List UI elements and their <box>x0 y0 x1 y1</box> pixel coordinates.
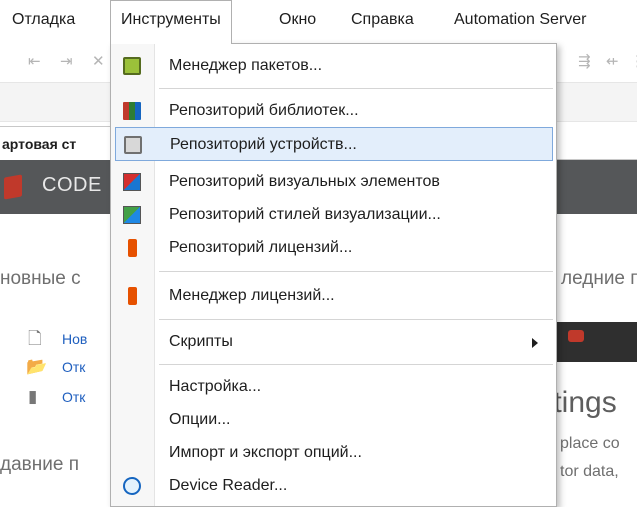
menu-item-customize[interactable]: Настройка... <box>111 370 556 404</box>
section-recent-projects-title: давние п <box>0 454 79 475</box>
menu-item-label: Репозиторий визуальных элементов <box>169 173 440 190</box>
menu-item-device-repository[interactable]: Репозиторий устройств... <box>115 127 553 161</box>
menu-item-device-reader[interactable]: Device Reader... <box>111 469 556 503</box>
device-reader-icon <box>123 477 141 495</box>
menu-item-label: Device Reader... <box>169 477 288 494</box>
package-icon <box>123 57 141 75</box>
codesys-thumb-logo-icon <box>568 330 584 342</box>
visual-styles-icon <box>123 206 141 224</box>
menu-item-label: Репозиторий библиотек... <box>169 102 359 119</box>
codesys-logo-icon <box>4 174 22 200</box>
toolbar-outdent-icon[interactable]: ⇥ <box>60 54 73 69</box>
new-project-icon: 🗋 <box>28 329 42 348</box>
menu-item-license-repository[interactable]: Репозиторий лицензий... <box>111 231 556 265</box>
section-recent-title: ледние п <box>561 268 637 289</box>
open-project-icon: 📂 <box>26 357 48 376</box>
menu-bar: Отладка Инструменты Окно Справка Automat… <box>0 0 637 44</box>
menu-item-label: Репозиторий лицензий... <box>169 239 353 256</box>
menu-help[interactable]: Справка <box>351 0 414 40</box>
menu-tools[interactable]: Инструменты <box>110 0 232 44</box>
menu-separator <box>159 364 553 365</box>
visual-elements-icon <box>123 173 141 191</box>
menu-window[interactable]: Окно <box>279 0 316 40</box>
toolbar-more-icon[interactable]: ⋮ <box>630 54 637 69</box>
menu-item-label: Менеджер пакетов... <box>169 57 323 74</box>
device-icon <box>124 136 142 154</box>
menu-automation-server[interactable]: Automation Server <box>454 0 587 40</box>
menu-item-visual-styles-repository[interactable]: Репозиторий стилей визуализации... <box>111 198 556 232</box>
link-new-project[interactable]: Нов <box>62 331 87 347</box>
toolbar-indent-icon[interactable]: ⇤ <box>28 54 41 69</box>
news-thumbnail[interactable] <box>548 322 637 362</box>
settings-text-line2: tor data, <box>560 463 619 480</box>
menu-separator <box>159 88 553 89</box>
menu-item-license-manager[interactable]: Менеджер лицензий... <box>111 279 556 313</box>
open-device-icon: ▮ <box>28 387 38 406</box>
menu-item-package-manager[interactable]: Менеджер пакетов... <box>111 49 556 83</box>
menu-item-library-repository[interactable]: Репозиторий библиотек... <box>111 94 556 128</box>
license-manager-icon <box>128 287 137 305</box>
license-icon <box>128 239 137 257</box>
library-icon <box>123 102 141 120</box>
menu-item-import-export-options[interactable]: Импорт и экспорт опций... <box>111 436 556 470</box>
banner-brand: CODE <box>42 174 102 196</box>
toolbar-list-indent-icon[interactable]: ⇶ <box>578 54 591 69</box>
menu-debug[interactable]: Отладка <box>12 0 75 40</box>
menu-item-visual-elements-repository[interactable]: Репозиторий визуальных элементов <box>111 165 556 199</box>
link-open-project[interactable]: Отк <box>62 359 85 375</box>
menu-item-label: Импорт и экспорт опций... <box>169 444 362 461</box>
toolbar-close-icon[interactable]: ✕ <box>92 54 105 69</box>
menu-separator <box>159 319 553 320</box>
link-open-device[interactable]: Отк <box>62 389 85 405</box>
tools-dropdown-menu: Менеджер пакетов... Репозиторий библиоте… <box>110 43 557 507</box>
menu-item-label: Скрипты <box>169 333 233 350</box>
settings-text-line1: place co <box>560 435 620 452</box>
menu-item-scripts[interactable]: Скрипты <box>111 325 556 359</box>
menu-item-label: Опции... <box>169 411 231 428</box>
menu-item-label: Настройка... <box>169 378 262 395</box>
tab-start-page[interactable]: артовая ст <box>0 126 118 160</box>
menu-item-label: Репозиторий стилей визуализации... <box>169 206 441 223</box>
menu-item-options[interactable]: Опции... <box>111 403 556 437</box>
section-basic-title: новные с <box>0 268 81 289</box>
menu-item-label: Менеджер лицензий... <box>169 287 335 304</box>
toolbar-list-outdent-icon[interactable]: ⇷ <box>606 54 619 69</box>
menu-item-label: Репозиторий устройств... <box>170 136 357 153</box>
menu-separator <box>159 271 553 272</box>
submenu-arrow-icon <box>532 338 538 348</box>
